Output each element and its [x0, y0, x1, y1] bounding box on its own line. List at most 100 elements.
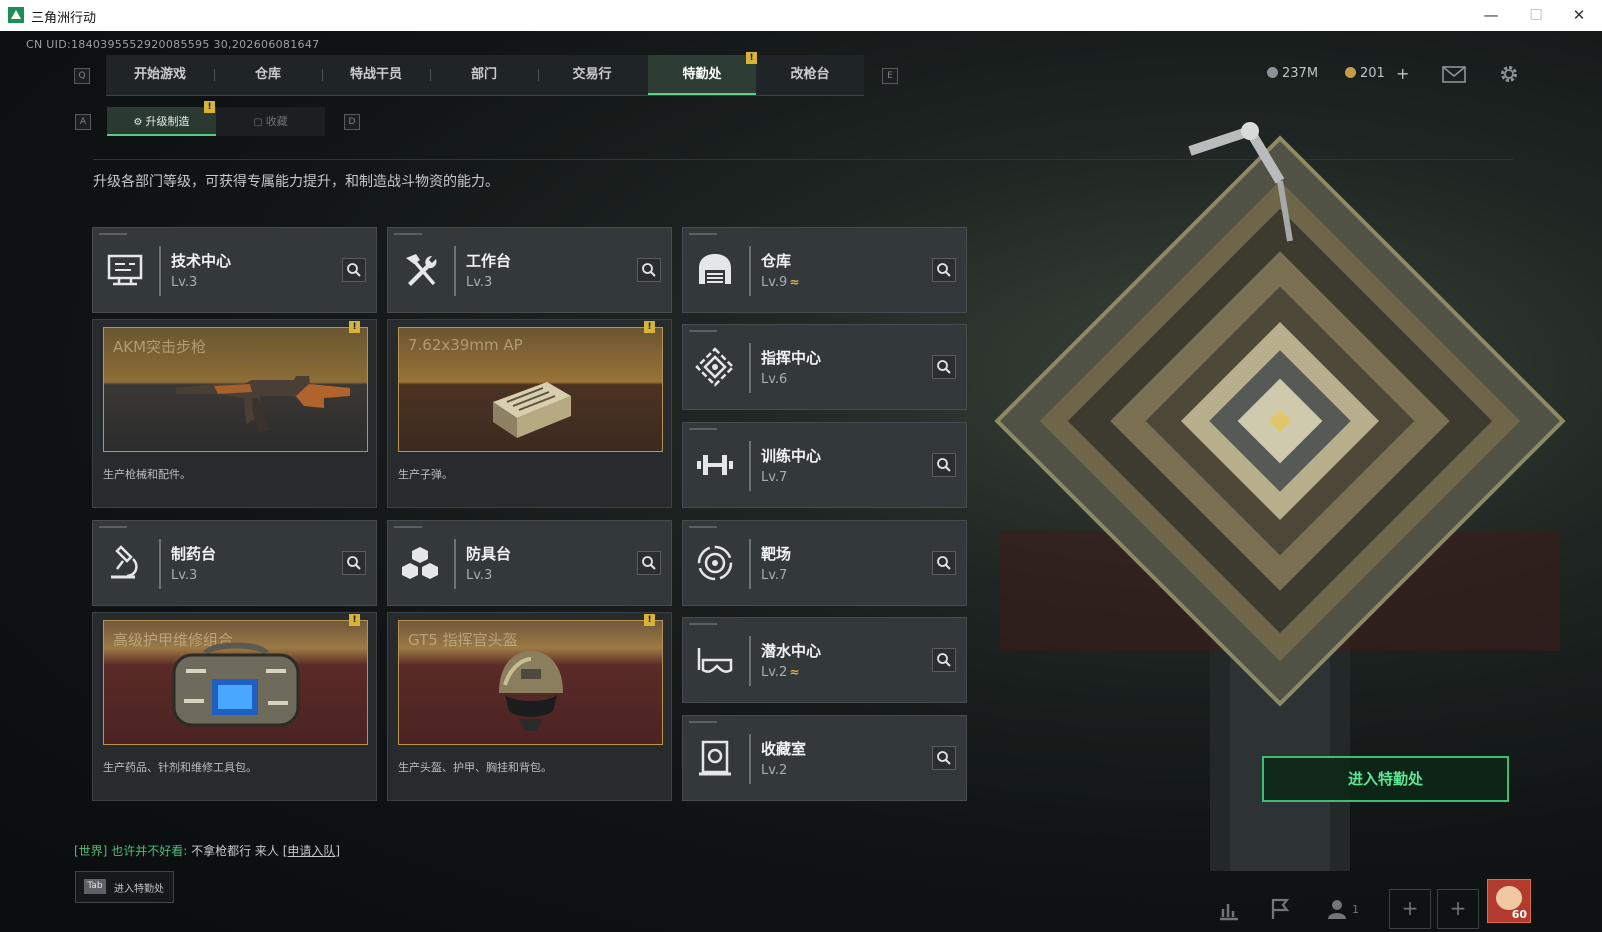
dumbbell-icon — [697, 455, 733, 475]
dept-level: Lv.3 — [171, 275, 198, 290]
nav-next-key[interactable]: E — [882, 68, 898, 84]
dept-level: Lv.7 — [761, 568, 788, 583]
nav-prev-key[interactable]: Q — [74, 68, 90, 84]
dept-level: Lv.7 — [761, 470, 788, 485]
production-panel-pharmacy[interactable]: 高级护甲维修组合 ! 生产药品、针剂和维修工具包。 — [92, 612, 377, 801]
dept-card-command-center[interactable]: 指挥中心 Lv.6 — [682, 324, 967, 410]
dept-card-pharmacy[interactable]: 制药台 Lv.3 — [92, 520, 377, 606]
card-decor — [689, 330, 717, 332]
product-image-ammo: 7.62x39mm AP — [398, 327, 663, 452]
search-icon[interactable] — [932, 746, 956, 770]
invite-slot-button[interactable]: + — [1389, 889, 1431, 929]
dept-level-value: Lv.2 — [761, 665, 788, 680]
production-panel-armor[interactable]: GT5 指挥官头盔 ! 生产头盔、护甲、胸挂和背包。 — [387, 612, 672, 801]
subnav-next-key[interactable]: D — [344, 114, 360, 130]
card-divider — [454, 246, 456, 296]
search-icon[interactable] — [637, 258, 661, 282]
card-divider — [749, 636, 751, 686]
product-image-akm: AKM突击步枪 — [103, 327, 368, 452]
chat-user[interactable]: 也许并不好看: — [111, 844, 187, 858]
dept-name: 靶场 — [761, 545, 792, 563]
dept-level: Lv.2 ≈ — [761, 665, 799, 680]
collection-trophy-icon — [699, 740, 731, 776]
invite-slot-button[interactable]: + — [1437, 889, 1479, 929]
tech-center-icon — [107, 254, 143, 286]
search-icon[interactable] — [932, 551, 956, 575]
dept-card-warehouse[interactable]: 仓库 Lv.9 ≈ — [682, 227, 967, 313]
dept-card-shooting-range[interactable]: 靶场 Lv.7 — [682, 520, 967, 606]
card-divider — [749, 539, 751, 589]
production-panel-workbench[interactable]: 7.62x39mm AP ! 生产子弹。 — [387, 319, 672, 508]
tab-trading[interactable]: 交易行 — [538, 55, 646, 95]
tab-gunsmith[interactable]: 改枪台 — [756, 55, 864, 95]
dept-name: 指挥中心 — [761, 349, 822, 367]
subnav-prev-key[interactable]: A — [75, 114, 91, 130]
close-button[interactable]: ✕ — [1556, 0, 1602, 31]
dept-card-collection-room[interactable]: 收藏室 Lv.2 — [682, 715, 967, 801]
tab-hint-label: 进入特勤处 — [114, 884, 164, 895]
production-alert-badge: ! — [644, 614, 655, 626]
flag-icon[interactable] — [1268, 897, 1292, 921]
chat-join-link[interactable]: [申请入队] — [283, 844, 340, 858]
tab-start-game[interactable]: 开始游戏 — [106, 55, 214, 95]
dept-level: Lv.3 — [171, 568, 198, 583]
warehouse-icon — [699, 254, 731, 284]
search-icon[interactable] — [932, 453, 956, 477]
card-divider — [159, 539, 161, 589]
player-level: 60 — [1511, 908, 1527, 921]
avatar-face — [1496, 886, 1522, 910]
card-decor — [689, 428, 717, 430]
search-icon[interactable] — [932, 258, 956, 282]
dept-card-tech-center[interactable]: 技术中心 Lv.3 — [92, 227, 377, 313]
add-currency-button[interactable]: + — [1396, 64, 1409, 83]
mail-icon[interactable] — [1442, 66, 1466, 83]
dept-name: 收藏室 — [761, 740, 807, 758]
product-name: 7.62x39mm AP — [408, 336, 523, 354]
craft-icon: ⚙ — [133, 117, 143, 128]
search-icon[interactable] — [637, 551, 661, 575]
production-panel-tech[interactable]: AKM突击步枪 ! 生产枪械和配件。 — [92, 319, 377, 508]
dept-level-value: Lv.9 — [761, 275, 788, 290]
search-icon[interactable] — [342, 551, 366, 575]
enter-special-ops-button[interactable]: 进入特勤处 — [1262, 756, 1509, 802]
card-decor — [689, 233, 717, 235]
tab-special-ops[interactable]: 特勤处 — [648, 55, 756, 95]
production-description: 生产药品、针剂和维修工具包。 — [103, 761, 257, 774]
tab-hint-button[interactable]: Tab 进入特勤处 — [75, 871, 174, 903]
dept-card-diving-center[interactable]: 潜水中心 Lv.2 ≈ — [682, 617, 967, 703]
card-decor — [689, 526, 717, 528]
tab-warehouse[interactable]: 仓库 — [214, 55, 322, 95]
tab-operators[interactable]: 特战干员 — [322, 55, 430, 95]
stats-chart-icon[interactable] — [1218, 899, 1240, 921]
team-count: 1 — [1352, 903, 1359, 916]
hammer-wrench-icon — [406, 254, 437, 286]
dept-card-workbench[interactable]: 工作台 Lv.3 — [387, 227, 672, 313]
player-avatar[interactable]: 60 — [1487, 879, 1531, 923]
dept-name: 制药台 — [171, 545, 217, 563]
settings-gear-icon[interactable] — [1498, 63, 1520, 85]
dept-name: 潜水中心 — [761, 642, 822, 660]
tab-departments[interactable]: 部门 — [430, 55, 538, 95]
search-icon[interactable] — [932, 648, 956, 672]
search-icon[interactable] — [342, 258, 366, 282]
subtab-collection[interactable]: ▢ 收藏 — [216, 107, 325, 136]
dept-card-training-center[interactable]: 训练中心 Lv.7 — [682, 422, 967, 508]
minimize-button[interactable]: — — [1468, 0, 1514, 31]
diving-mask-icon — [697, 648, 733, 673]
rifle-image — [176, 376, 350, 432]
search-icon[interactable] — [932, 355, 956, 379]
cubes-icon — [402, 547, 438, 579]
card-decor — [394, 526, 422, 528]
card-divider — [749, 734, 751, 784]
dept-level: Lv.9 ≈ — [761, 275, 799, 290]
currency-secondary-value: 201 — [1360, 66, 1385, 81]
team-icon[interactable] — [1325, 897, 1349, 921]
maximize-button[interactable]: ☐ — [1513, 0, 1559, 31]
card-divider — [749, 246, 751, 296]
silver-coin-icon — [1267, 67, 1278, 78]
target-icon — [697, 545, 733, 581]
dept-card-armor-bench[interactable]: 防具台 Lv.3 — [387, 520, 672, 606]
subtab-upgrade-craft[interactable]: ⚙ 升级制造 — [107, 107, 216, 136]
chat-message: 不拿枪都行 来人 — [191, 844, 279, 858]
production-description: 生产头盔、护甲、胸挂和背包。 — [398, 761, 552, 774]
